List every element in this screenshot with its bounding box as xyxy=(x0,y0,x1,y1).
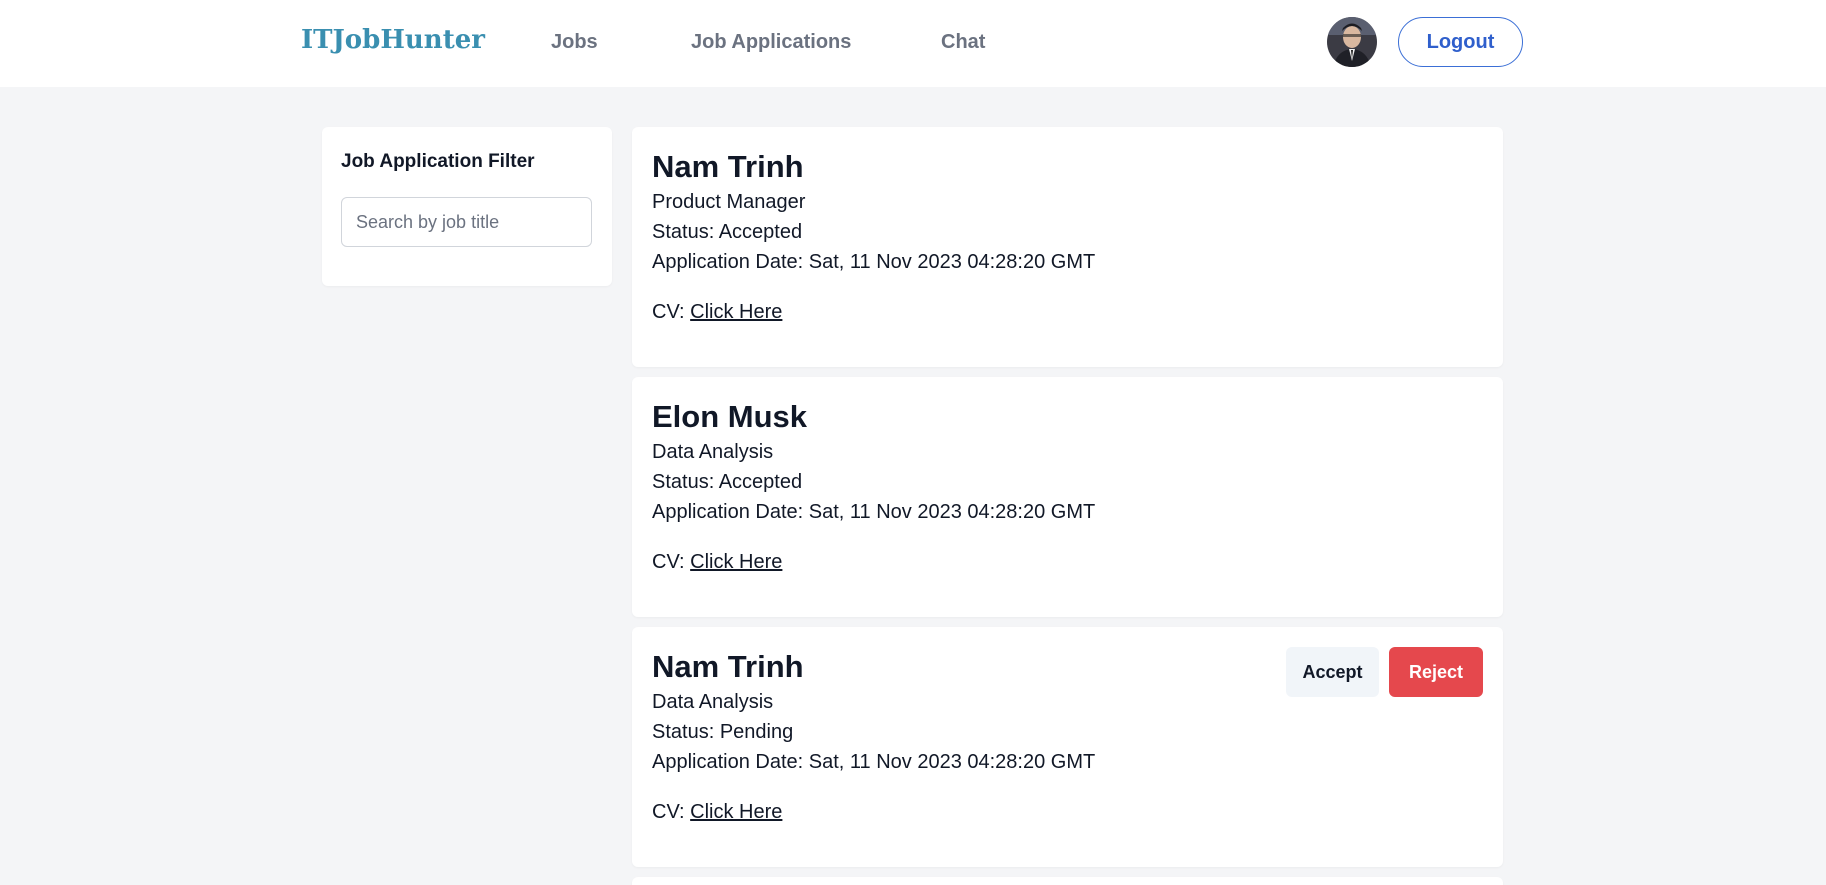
application-card: Nam Trinh Product Manager Status: Accept… xyxy=(632,127,1503,367)
application-status: Status: Accepted xyxy=(652,471,803,493)
search-job-title-input[interactable] xyxy=(341,197,592,247)
application-card-partial xyxy=(632,877,1503,885)
cv-link[interactable]: Click Here xyxy=(690,301,782,323)
top-navbar: ITJobHunter Jobs Job Applications Chat L… xyxy=(0,0,1826,87)
application-status: Status: Pending xyxy=(652,721,794,743)
logout-button[interactable]: Logout xyxy=(1398,17,1523,67)
application-date: Application Date: Sat, 11 Nov 2023 04:28… xyxy=(652,751,1096,773)
application-card: Elon Musk Data Analysis Status: Accepted… xyxy=(632,377,1503,617)
applicant-name: Nam Trinh xyxy=(652,149,804,184)
nav-link-job-applications[interactable]: Job Applications xyxy=(691,31,851,54)
job-title: Data Analysis xyxy=(652,441,774,463)
application-date: Application Date: Sat, 11 Nov 2023 04:28… xyxy=(652,501,1096,523)
cv-label: CV: xyxy=(652,551,691,573)
job-application-filter-panel: Job Application Filter xyxy=(322,127,612,286)
application-status: Status: Accepted xyxy=(652,221,803,243)
nav-link-jobs[interactable]: Jobs xyxy=(551,31,598,54)
reject-button[interactable]: Reject xyxy=(1389,647,1483,697)
cv-label: CV: xyxy=(652,801,691,823)
cv-row: CV: Click Here xyxy=(652,551,782,574)
brand-logo[interactable]: ITJobHunter xyxy=(301,25,485,55)
cv-row: CV: Click Here xyxy=(652,301,782,324)
application-date: Application Date: Sat, 11 Nov 2023 04:28… xyxy=(652,251,1096,273)
job-title: Product Manager xyxy=(652,191,806,213)
user-avatar-icon[interactable] xyxy=(1327,17,1377,67)
cv-row: CV: Click Here xyxy=(652,801,782,824)
application-card: Nam Trinh Data Analysis Status: Pending … xyxy=(632,627,1503,867)
applicant-name: Elon Musk xyxy=(652,399,808,434)
cv-label: CV: xyxy=(652,301,691,323)
cv-link[interactable]: Click Here xyxy=(690,801,782,823)
applicant-name: Nam Trinh xyxy=(652,649,804,684)
accept-button[interactable]: Accept xyxy=(1286,647,1379,697)
cv-link[interactable]: Click Here xyxy=(690,551,782,573)
job-title: Data Analysis xyxy=(652,691,774,713)
nav-link-chat[interactable]: Chat xyxy=(941,31,985,54)
filter-title: Job Application Filter xyxy=(341,151,535,172)
